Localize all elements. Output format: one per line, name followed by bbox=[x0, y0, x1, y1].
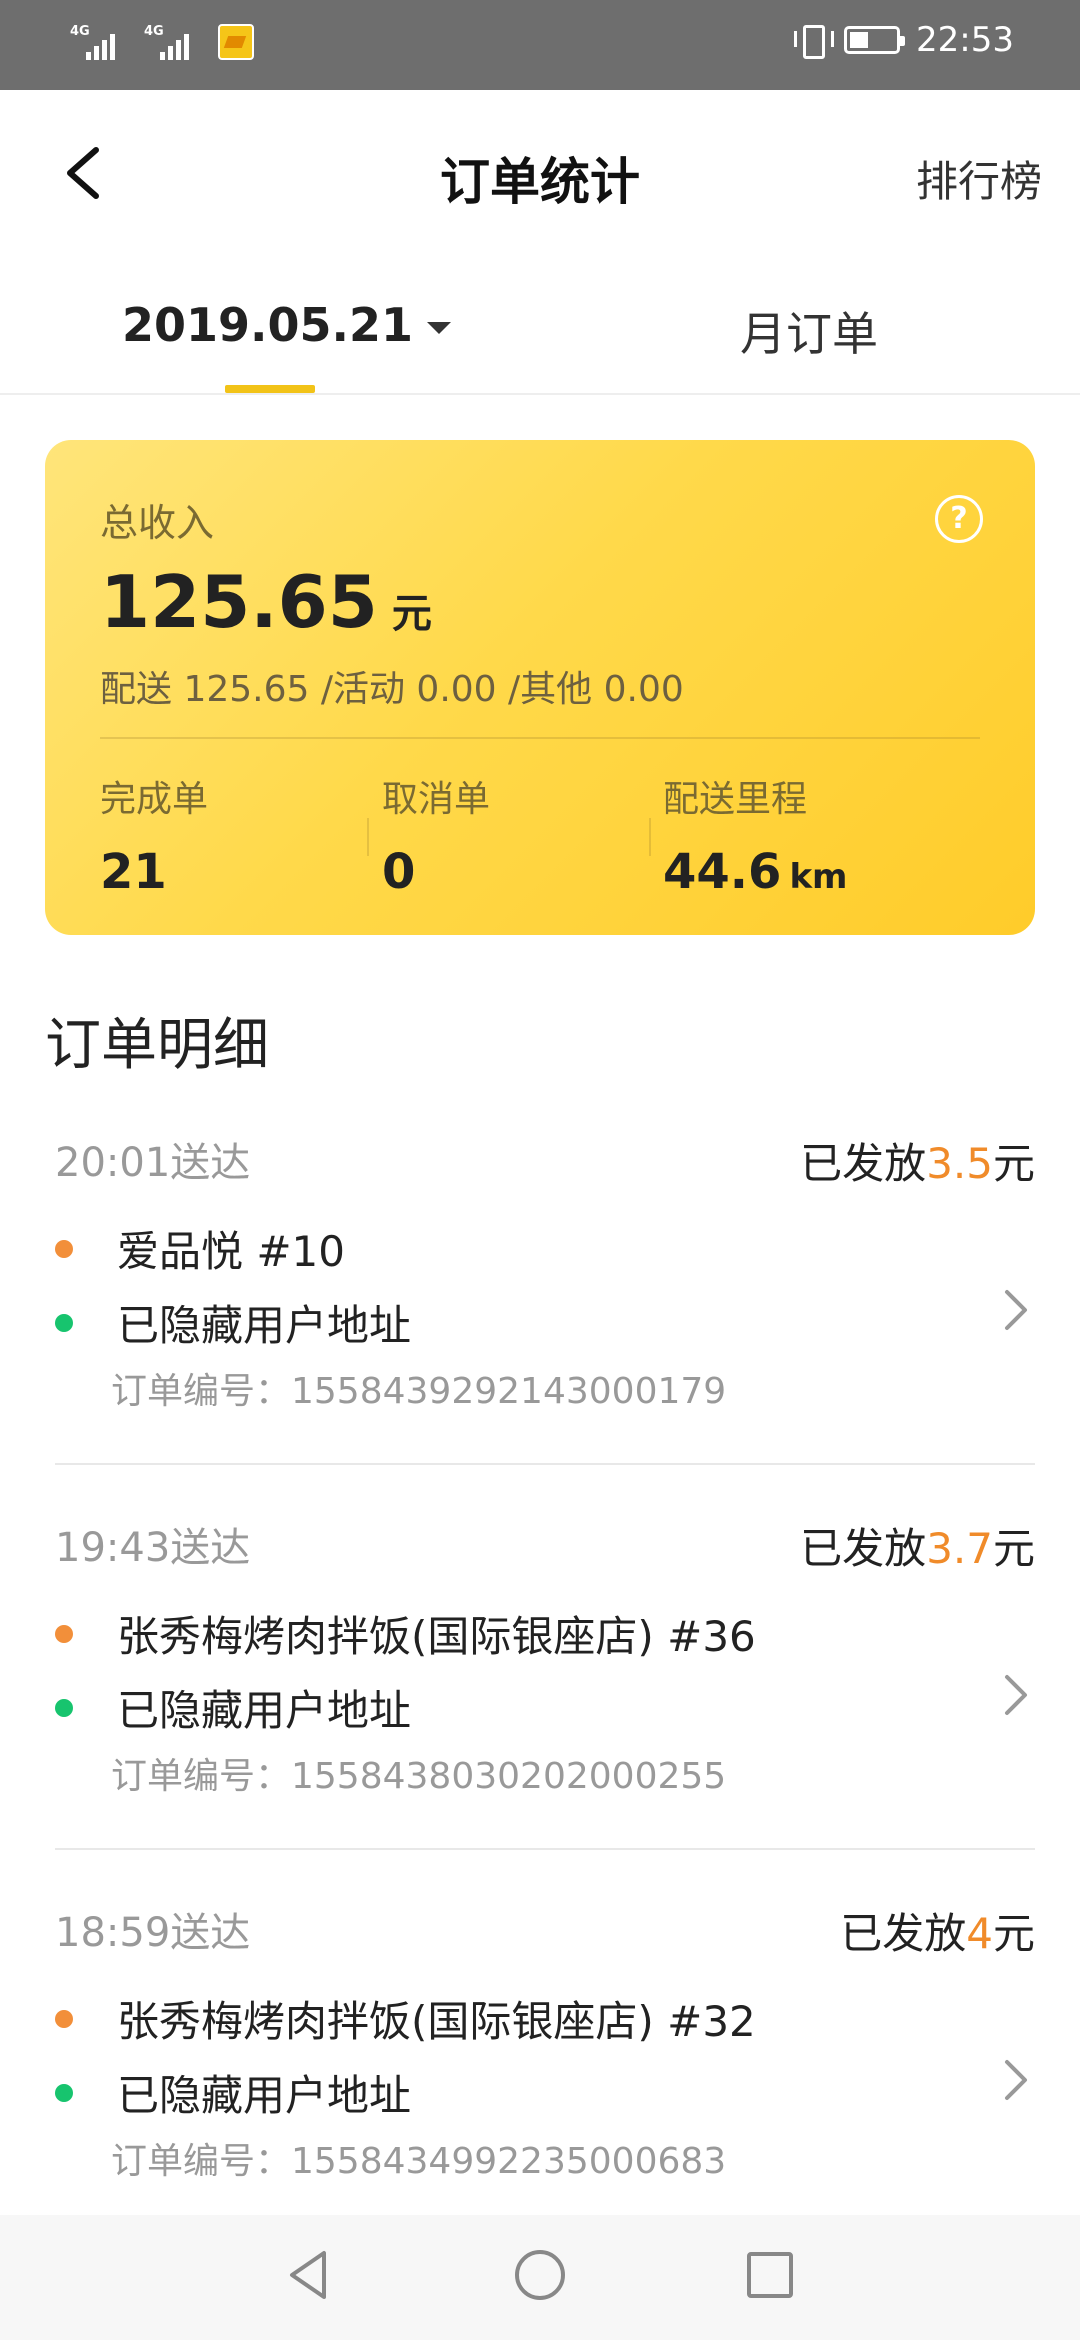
stat-value: 21 bbox=[100, 844, 167, 900]
shop-row: 张秀梅烤肉拌饭(国际银座店) #32 bbox=[55, 1988, 756, 2049]
shop-dot-icon bbox=[55, 2009, 73, 2028]
vibrate-icon bbox=[794, 23, 835, 59]
battery-icon bbox=[844, 26, 906, 54]
stat-separator bbox=[649, 818, 651, 856]
system-nav-bar bbox=[0, 2215, 1080, 2340]
chevron-right-icon bbox=[1005, 1675, 1027, 1715]
home-circle-icon[interactable] bbox=[510, 2245, 570, 2305]
paid-amount: 已发放3.5元 bbox=[800, 1139, 1035, 1188]
stat-separator bbox=[367, 818, 369, 856]
chevron-right-icon bbox=[1005, 1290, 1027, 1330]
delivery-time: 20:01送达 bbox=[55, 1140, 251, 1186]
ranking-link[interactable]: 排行榜 bbox=[916, 148, 1042, 209]
address-row: 已隐藏用户地址 bbox=[55, 2062, 411, 2123]
shop-name: 张秀梅烤肉拌饭(国际银座店) #36 bbox=[117, 1612, 756, 1661]
order-item[interactable]: 19:43送达 已发放3.7元 张秀梅烤肉拌饭(国际银座店) #36 已隐藏用户… bbox=[55, 1515, 1035, 1900]
address-text: 已隐藏用户地址 bbox=[117, 2071, 412, 2120]
back-triangle-icon[interactable] bbox=[280, 2245, 340, 2305]
total-income-amount: 125.65 元 bbox=[100, 560, 432, 644]
shop-row: 爱品悦 #10 bbox=[55, 1218, 345, 1279]
address-text: 已隐藏用户地址 bbox=[117, 1301, 412, 1350]
recents-square-icon[interactable] bbox=[740, 2245, 800, 2305]
income-value: 125.65 bbox=[100, 560, 378, 644]
shop-row: 张秀梅烤肉拌饭(国际银座店) #36 bbox=[55, 1603, 756, 1664]
delivery-time: 19:43送达 bbox=[55, 1525, 251, 1571]
shop-name: 爱品悦 #10 bbox=[117, 1227, 345, 1276]
chevron-right-icon bbox=[1005, 2060, 1027, 2100]
help-question-icon[interactable]: ? bbox=[935, 495, 983, 543]
stat-unit: km bbox=[789, 857, 848, 897]
order-detail-title: 订单明细 bbox=[45, 1013, 269, 1078]
signal-icon: 4G bbox=[70, 22, 126, 62]
income-unit: 元 bbox=[391, 591, 432, 637]
order-number: 订单编号：1558439292143000179 bbox=[111, 1371, 727, 1412]
status-bar: 4G 4G 22:53 bbox=[0, 0, 1080, 90]
dropdown-caret-icon bbox=[427, 322, 452, 334]
address-text: 已隐藏用户地址 bbox=[117, 1686, 412, 1735]
shop-name: 张秀梅烤肉拌饭(国际银座店) #32 bbox=[117, 1997, 756, 2046]
order-item[interactable]: 20:01送达 已发放3.5元 爱品悦 #10 已隐藏用户地址 订单编号：155… bbox=[55, 1130, 1035, 1515]
card-divider bbox=[100, 737, 980, 739]
stat-value: 44.6 km bbox=[663, 844, 848, 900]
status-left: 4G 4G bbox=[70, 22, 254, 62]
tab-date-picker[interactable]: 2019.05.21 bbox=[122, 298, 452, 352]
stat-cancelled: 取消单 0 bbox=[382, 770, 490, 900]
tab-month-orders[interactable]: 月订单 bbox=[740, 298, 878, 364]
stat-value: 0 bbox=[382, 844, 416, 900]
shop-dot-icon bbox=[55, 1624, 73, 1643]
row-divider bbox=[55, 1848, 1035, 1850]
signal-icon: 4G bbox=[144, 22, 200, 62]
income-breakdown: 配送 125.65 /活动 0.00 /其他 0.00 bbox=[100, 669, 684, 710]
app-notification-icon bbox=[218, 24, 254, 60]
address-dot-icon bbox=[55, 1698, 73, 1717]
stat-completed: 完成单 21 bbox=[100, 770, 208, 900]
order-number: 订单编号：1558438030202000255 bbox=[111, 1756, 727, 1797]
stat-distance: 配送里程 44.6 km bbox=[663, 770, 847, 900]
delivery-time: 18:59送达 bbox=[55, 1910, 251, 1956]
row-divider bbox=[55, 1463, 1035, 1465]
stat-label: 取消单 bbox=[382, 779, 491, 820]
tab-bar: 2019.05.21 月订单 bbox=[0, 270, 1080, 395]
address-row: 已隐藏用户地址 bbox=[55, 1677, 411, 1738]
stat-label: 完成单 bbox=[100, 779, 209, 820]
status-right: 22:53 bbox=[794, 20, 1014, 60]
top-nav-bar: 订单统计 排行榜 bbox=[0, 90, 1080, 260]
paid-amount: 已发放4元 bbox=[840, 1909, 1035, 1958]
total-income-label: 总收入 bbox=[100, 501, 215, 545]
stat-label: 配送里程 bbox=[663, 779, 808, 820]
address-row: 已隐藏用户地址 bbox=[55, 1292, 411, 1353]
income-summary-card: 总收入 ? 125.65 元 配送 125.65 /活动 0.00 /其他 0.… bbox=[45, 440, 1035, 935]
paid-amount: 已发放3.7元 bbox=[800, 1524, 1035, 1573]
address-dot-icon bbox=[55, 1313, 73, 1332]
tab-active-indicator bbox=[225, 385, 315, 393]
shop-dot-icon bbox=[55, 1239, 73, 1258]
order-number: 订单编号：1558434992235000683 bbox=[111, 2141, 727, 2182]
status-time: 22:53 bbox=[916, 20, 1014, 60]
tab-date-label: 2019.05.21 bbox=[122, 298, 414, 352]
address-dot-icon bbox=[55, 2083, 73, 2102]
